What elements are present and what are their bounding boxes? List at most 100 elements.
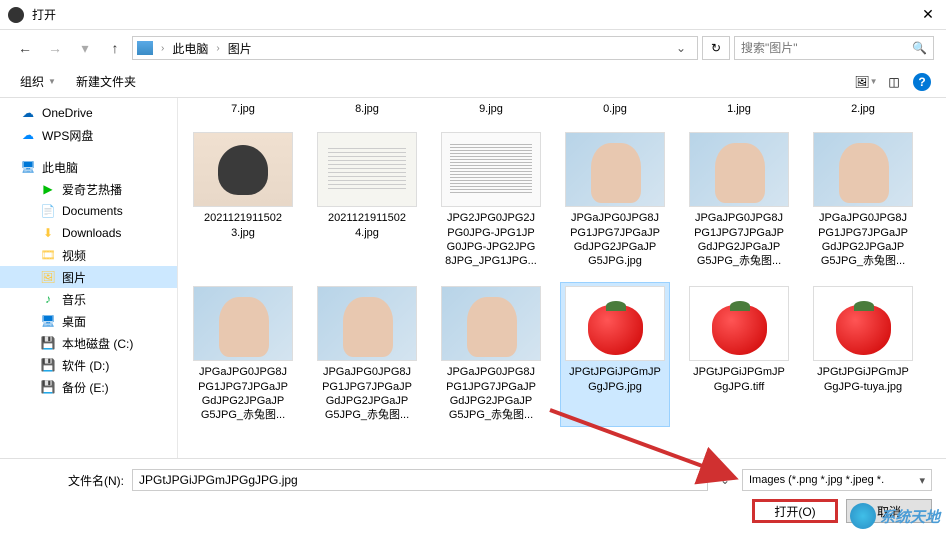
sidebar-item-drive-d[interactable]: 💾软件 (D:) <box>0 354 177 376</box>
sidebar-item-drive-c[interactable]: 💾本地磁盘 (C:) <box>0 332 177 354</box>
file-item[interactable]: 7.jpg <box>188 98 298 120</box>
file-item[interactable]: JPGtJPGiJPGmJP GgJPG-tuya.jpg <box>808 282 918 426</box>
new-folder-button[interactable]: 新建文件夹 <box>68 69 144 94</box>
filename-dropdown[interactable]: ⌄ <box>716 473 734 487</box>
sidebar-item-this-pc[interactable]: 🖥此电脑 <box>0 156 177 178</box>
drive-icon: 💾 <box>40 379 56 395</box>
open-button[interactable]: 打开(O) <box>752 499 838 523</box>
bottom-bar: 文件名(N): ⌄ Images (*.png *.jpg *.jpeg *. … <box>0 458 946 533</box>
file-item[interactable]: JPGaJPG0JPG8J PG1JPG7JPGaJP GdJPG2JPGaJP… <box>808 128 918 272</box>
file-label: JPGaJPG0JPG8J PG1JPG7JPGaJP GdJPG2JPGaJP… <box>570 211 660 268</box>
file-thumbnail <box>689 132 789 207</box>
file-item[interactable]: JPGaJPG0JPG8J PG1JPG7JPGaJP GdJPG2JPGaJP… <box>188 282 298 426</box>
file-label: 7.jpg <box>231 102 255 116</box>
file-thumbnail <box>317 132 417 207</box>
file-item[interactable]: JPGaJPG0JPG8J PG1JPG7JPGaJP GdJPG2JPGaJP… <box>684 128 794 272</box>
close-button[interactable]: ✕ <box>918 6 938 23</box>
view-mode-button[interactable]: 🖼 ▼ <box>854 70 878 94</box>
search-icon[interactable]: 🔍 <box>912 41 927 55</box>
pictures-icon: 🖼 <box>40 269 56 285</box>
file-label: 9.jpg <box>479 102 503 116</box>
file-thumbnail <box>565 286 665 361</box>
watermark-icon <box>850 503 876 529</box>
file-item[interactable]: JPGtJPGiJPGmJP GgJPG.jpg <box>560 282 670 426</box>
file-type-filter[interactable]: Images (*.png *.jpg *.jpeg *. <box>742 469 932 491</box>
nav-history-dropdown[interactable]: ▾ <box>72 36 98 60</box>
file-item[interactable]: 8.jpg <box>312 98 422 120</box>
file-label: 2021121911502 3.jpg <box>204 211 282 240</box>
onedrive-icon: ☁ <box>20 105 36 121</box>
titlebar: 打开 ✕ <box>0 0 946 30</box>
file-item[interactable]: JPGaJPG0JPG8J PG1JPG7JPGaJP GdJPG2JPGaJP… <box>312 282 422 426</box>
file-label: 8.jpg <box>355 102 379 116</box>
file-label: JPGaJPG0JPG8J PG1JPG7JPGaJP GdJPG2JPGaJP… <box>322 365 412 422</box>
refresh-button[interactable]: ↻ <box>702 36 730 60</box>
file-label: JPGaJPG0JPG8J PG1JPG7JPGaJP GdJPG2JPGaJP… <box>446 365 536 422</box>
file-thumbnail <box>689 286 789 361</box>
help-button[interactable]: ? <box>910 70 934 94</box>
pc-icon <box>137 41 153 55</box>
pc-icon: 🖥 <box>20 159 36 175</box>
file-item[interactable]: 2.jpg <box>808 98 918 120</box>
file-item[interactable]: JPGaJPG0JPG8J PG1JPG7JPGaJP GdJPG2JPGaJP… <box>560 128 670 272</box>
address-bar[interactable]: › 此电脑 › 图片 ⌄ <box>132 36 698 60</box>
file-thumbnail <box>441 286 541 361</box>
file-label: JPGtJPGiJPGmJP GgJPG.jpg <box>569 365 661 394</box>
file-item[interactable]: 0.jpg <box>560 98 670 120</box>
file-item[interactable]: 9.jpg <box>436 98 546 120</box>
file-label: 0.jpg <box>603 102 627 116</box>
file-item[interactable]: 2021121911502 3.jpg <box>188 128 298 272</box>
toolbar: 组织▼ 新建文件夹 🖼 ▼ ◫ ? <box>0 66 946 98</box>
music-icon: ♪ <box>40 291 56 307</box>
drive-icon: 💾 <box>40 357 56 373</box>
sidebar-item-onedrive[interactable]: ☁OneDrive <box>0 102 177 124</box>
organize-button[interactable]: 组织▼ <box>12 69 64 94</box>
file-item[interactable]: JPG2JPG0JPG2J PG0JPG-JPG1JP G0JPG-JPG2JP… <box>436 128 546 272</box>
file-label: JPG2JPG0JPG2J PG0JPG-JPG1JP G0JPG-JPG2JP… <box>445 211 537 268</box>
filename-input[interactable] <box>132 469 708 491</box>
watermark: 系统天地 <box>850 503 940 529</box>
nav-forward-button[interactable]: → <box>42 36 68 60</box>
sidebar-item-pictures[interactable]: 🖼图片 <box>0 266 177 288</box>
video-icon: 🎞 <box>40 247 56 263</box>
sidebar-item-drive-e[interactable]: 💾备份 (E:) <box>0 376 177 398</box>
sidebar-item-videos[interactable]: 🎞视频 <box>0 244 177 266</box>
breadcrumb-pictures[interactable]: 图片 <box>224 38 256 59</box>
file-item[interactable]: JPGtJPGiJPGmJP GgJPG.tiff <box>684 282 794 426</box>
breadcrumb-separator[interactable]: › <box>159 43 166 54</box>
file-thumbnail <box>565 132 665 207</box>
file-thumbnail <box>813 286 913 361</box>
file-label: JPGtJPGiJPGmJP GgJPG-tuya.jpg <box>817 365 909 394</box>
wps-icon: ☁ <box>20 127 36 143</box>
address-dropdown[interactable]: ⌄ <box>669 41 693 55</box>
drive-icon: 💾 <box>40 335 56 351</box>
sidebar-item-iqiyi[interactable]: ▶爱奇艺热播 <box>0 178 177 200</box>
file-label: 2.jpg <box>851 102 875 116</box>
file-thumbnail <box>193 132 293 207</box>
file-label: JPGaJPG0JPG8J PG1JPG7JPGaJP GdJPG2JPGaJP… <box>694 211 784 268</box>
file-label: JPGtJPGiJPGmJP GgJPG.tiff <box>693 365 785 394</box>
file-label: 2021121911502 4.jpg <box>328 211 406 240</box>
sidebar-item-documents[interactable]: 📄Documents <box>0 200 177 222</box>
search-input[interactable] <box>741 41 912 55</box>
sidebar-item-downloads[interactable]: ⬇Downloads <box>0 222 177 244</box>
desktop-icon: 🖥 <box>40 313 56 329</box>
sidebar-item-desktop[interactable]: 🖥桌面 <box>0 310 177 332</box>
file-item[interactable]: 2021121911502 4.jpg <box>312 128 422 272</box>
sidebar: ☁OneDrive ☁WPS网盘 🖥此电脑 ▶爱奇艺热播 📄Documents … <box>0 98 178 458</box>
file-label: JPGaJPG0JPG8J PG1JPG7JPGaJP GdJPG2JPGaJP… <box>818 211 908 268</box>
breadcrumb-separator[interactable]: › <box>214 43 221 54</box>
nav-up-button[interactable]: ↑ <box>102 36 128 60</box>
file-thumbnail <box>193 286 293 361</box>
sidebar-item-wps[interactable]: ☁WPS网盘 <box>0 124 177 146</box>
file-item[interactable]: 1.jpg <box>684 98 794 120</box>
folder-icon: 📄 <box>40 203 56 219</box>
search-box[interactable]: 🔍 <box>734 36 934 60</box>
filename-label: 文件名(N): <box>14 472 124 489</box>
file-item[interactable]: JPGaJPG0JPG8J PG1JPG7JPGaJP GdJPG2JPGaJP… <box>436 282 546 426</box>
preview-pane-button[interactable]: ◫ <box>882 70 906 94</box>
nav-back-button[interactable]: ← <box>12 36 38 60</box>
breadcrumb-this-pc[interactable]: 此电脑 <box>168 38 212 59</box>
file-list-area[interactable]: 7.jpg 8.jpg 9.jpg 0.jpg 1.jpg 2.jpg 202112191… <box>178 98 946 458</box>
sidebar-item-music[interactable]: ♪音乐 <box>0 288 177 310</box>
